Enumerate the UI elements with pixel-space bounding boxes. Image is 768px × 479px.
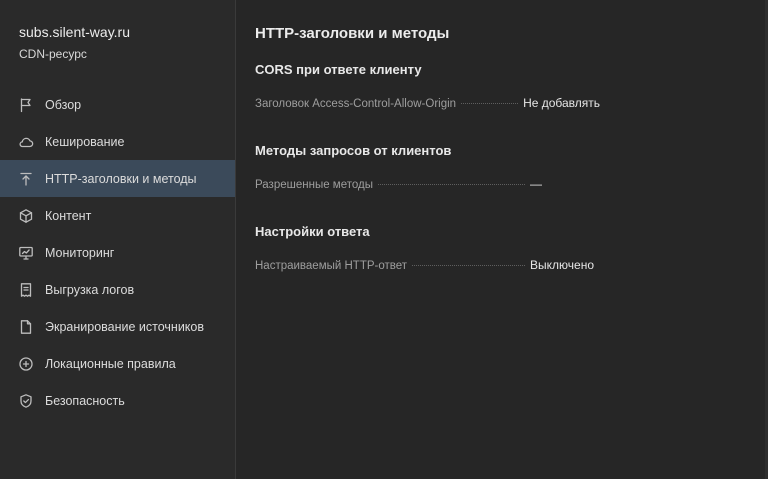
setting-label: Настраиваемый HTTP-ответ	[255, 260, 408, 272]
location-plus-icon	[18, 356, 34, 372]
sidebar-item-label: Безопасность	[45, 393, 125, 408]
upload-arrow-icon	[18, 171, 34, 187]
dotted-leader	[377, 184, 525, 185]
cube-icon	[18, 208, 34, 224]
setting-value: —	[529, 177, 542, 191]
sidebar-item-content[interactable]: Контент	[0, 197, 235, 234]
setting-label: Разрешенные методы	[255, 179, 373, 191]
sidebar-item-label: HTTP-заголовки и методы	[45, 171, 197, 186]
sidebar-item-label: Выгрузка логов	[45, 282, 135, 297]
section-request-methods: Методы запросов от клиентов Разрешенные …	[255, 143, 768, 191]
sidebar-item-label: Контент	[45, 208, 92, 223]
main-content: HTTP-заголовки и методы CORS при ответе …	[236, 0, 768, 479]
resource-name: subs.silent-way.ru	[19, 24, 131, 40]
setting-row-custom-http-response: Настраиваемый HTTP-ответ Выключено	[255, 258, 635, 272]
sidebar-item-origin-shielding[interactable]: Экранирование источников	[0, 308, 235, 345]
cloud-icon	[18, 134, 34, 150]
section-cors: CORS при ответе клиенту Заголовок Access…	[255, 62, 768, 110]
sidebar-nav: Обзор Кеширование HTTP-заголовки и метод…	[0, 86, 235, 419]
sidebar: subs.silent-way.ru CDN-ресурс Обзор Кеши…	[0, 0, 236, 479]
resource-type: CDN-ресурс	[19, 47, 87, 61]
sidebar-item-log-export[interactable]: Выгрузка логов	[0, 271, 235, 308]
setting-row-allow-origin: Заголовок Access-Control-Allow-Origin Не…	[255, 96, 635, 110]
sidebar-item-http-headers[interactable]: HTTP-заголовки и методы	[0, 160, 235, 197]
sidebar-item-label: Обзор	[45, 97, 82, 112]
setting-row-allowed-methods: Разрешенные методы —	[255, 177, 635, 191]
section-response-settings: Настройки ответа Настраиваемый HTTP-отве…	[255, 224, 768, 272]
section-title: CORS при ответе клиенту	[255, 62, 422, 77]
section-title: Методы запросов от клиентов	[255, 143, 452, 158]
sidebar-item-overview[interactable]: Обзор	[0, 86, 235, 123]
receipt-icon	[18, 282, 34, 298]
setting-label: Заголовок Access-Control-Allow-Origin	[255, 98, 457, 110]
sidebar-item-label: Локационные правила	[45, 356, 176, 371]
setting-value: Выключено	[530, 258, 595, 272]
sidebar-item-label: Экранирование источников	[45, 319, 205, 334]
dotted-leader	[461, 103, 519, 104]
document-icon	[18, 319, 34, 335]
sidebar-item-security[interactable]: Безопасность	[0, 382, 235, 419]
monitor-chart-icon	[18, 245, 34, 261]
sidebar-item-label: Мониторинг	[45, 245, 115, 260]
flag-icon	[18, 97, 34, 113]
sidebar-item-location-rules[interactable]: Локационные правила	[0, 345, 235, 382]
sidebar-item-caching[interactable]: Кеширование	[0, 123, 235, 160]
page-title: HTTP-заголовки и методы	[255, 25, 450, 42]
section-title: Настройки ответа	[255, 224, 370, 239]
sidebar-item-monitoring[interactable]: Мониторинг	[0, 234, 235, 271]
sidebar-item-label: Кеширование	[45, 134, 125, 149]
dotted-leader	[412, 265, 526, 266]
app-window: subs.silent-way.ru CDN-ресурс Обзор Кеши…	[0, 0, 768, 479]
resource-header: subs.silent-way.ru CDN-ресурс	[0, 0, 235, 61]
shield-icon	[18, 393, 34, 409]
setting-value: Не добавлять	[523, 96, 601, 110]
